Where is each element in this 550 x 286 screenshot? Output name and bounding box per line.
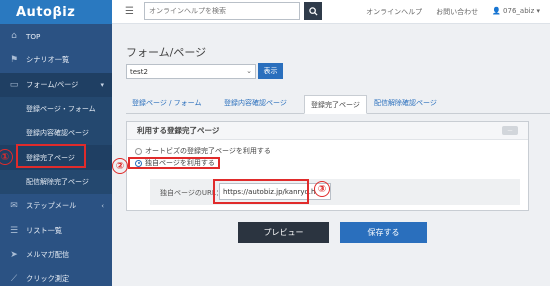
chart-icon: ⟋	[10, 274, 18, 285]
page-select[interactable]: test2 ⌄	[126, 64, 256, 79]
tab-registration-form[interactable]: 登録ページ / フォーム	[132, 98, 201, 108]
collapse-icon[interactable]: —	[502, 126, 518, 135]
sidebar-item-label: 登録ページ・フォーム	[26, 105, 96, 114]
search-button[interactable]	[304, 2, 322, 20]
sidebar: Autoβiz ⌂ TOP ⚑ シナリオ一覧 ▭ フォーム/ページ ▾ 登録ペー…	[0, 0, 112, 286]
menu-icon[interactable]: ☰	[125, 6, 134, 17]
sidebar-item-label: シナリオ一覧	[26, 55, 70, 65]
preview-button[interactable]: プレビュー	[238, 222, 329, 243]
save-button[interactable]: 保存する	[340, 222, 427, 243]
sidebar-item-newsletter[interactable]: ➤ メルマガ配信	[0, 243, 112, 267]
home-icon: ⌂	[11, 31, 17, 42]
sidebar-item-list[interactable]: ☰ リスト一覧	[0, 218, 112, 242]
chevron-left-icon: ‹	[101, 202, 104, 211]
annotation-number-2: ②	[112, 158, 128, 174]
top-bar: ☰ オンラインヘルプ お問い合わせ 👤 076_abiz ▾	[112, 0, 550, 24]
sidebar-item-form-page[interactable]: ▭ フォーム/ページ ▾	[0, 72, 112, 97]
send-icon: ➤	[10, 249, 18, 260]
contact-link[interactable]: お問い合わせ	[436, 7, 478, 17]
user-name: 076_abiz ▾	[503, 7, 540, 15]
page-tabs: 登録ページ / フォーム 登録内容確認ページ 登録完了ページ 配信解除確認ページ	[126, 95, 550, 114]
main-content: フォーム/ページ test2 ⌄ 表示 登録ページ / フォーム 登録内容確認ペ…	[112, 24, 550, 286]
radio-label: オートビズの登録完了ページを利用する	[145, 147, 271, 155]
page-icon: ▭	[9, 79, 19, 90]
annotation-highlight-sidebar	[16, 144, 86, 168]
show-button[interactable]: 表示	[258, 63, 283, 79]
annotation-highlight-url	[213, 179, 309, 204]
sidebar-item-label: 登録内容確認ページ	[26, 129, 89, 138]
app-logo[interactable]: Autoβiz	[0, 0, 112, 24]
sidebar-item-step-mail[interactable]: ✉ ステップメール ‹	[0, 194, 112, 218]
annotation-highlight-radio	[128, 157, 220, 169]
online-help-link[interactable]: オンラインヘルプ	[366, 7, 422, 17]
list-icon: ☰	[9, 225, 19, 236]
mail-icon: ✉	[10, 201, 18, 212]
radio-circle	[135, 147, 142, 155]
sidebar-item-click-tracking[interactable]: ⟋ クリック測定	[0, 267, 112, 286]
sidebar-item-label: 配信解除完了ページ	[26, 177, 89, 186]
sidebar-subitem-confirmation-page[interactable]: 登録内容確認ページ	[0, 121, 112, 146]
help-search-input[interactable]	[144, 2, 300, 20]
chevron-down-icon: ▾	[100, 80, 104, 89]
sidebar-item-label: フォーム/ページ	[26, 79, 79, 89]
sidebar-item-scenario-list[interactable]: ⚑ シナリオ一覧	[0, 48, 112, 72]
top-links: オンラインヘルプ お問い合わせ 👤 076_abiz ▾	[366, 7, 540, 17]
sidebar-item-label: リスト一覧	[26, 225, 62, 235]
page-select-value: test2	[130, 67, 148, 76]
page-title: フォーム/ページ	[126, 46, 207, 59]
search-icon	[308, 6, 318, 16]
sidebar-subitem-registration-form[interactable]: 登録ページ・フォーム	[0, 96, 112, 122]
annotation-number-3: ③	[314, 181, 330, 197]
sidebar-item-label: クリック測定	[26, 274, 70, 284]
custom-url-row: 独自ページのURL： https://autobiz.jp/kanryo.h	[150, 179, 520, 205]
panel-title: 利用する登録完了ページ	[127, 122, 528, 140]
tab-unsubscribe-confirmation[interactable]: 配信解除確認ページ	[374, 98, 437, 108]
tab-confirmation-page[interactable]: 登録内容確認ページ	[224, 98, 287, 108]
tab-completion-page[interactable]: 登録完了ページ	[304, 95, 367, 114]
sidebar-item-label: メルマガ配信	[26, 249, 70, 259]
sidebar-subitem-unsubscribe-complete[interactable]: 配信解除完了ページ	[0, 169, 112, 195]
sidebar-item-top[interactable]: ⌂ TOP	[0, 24, 112, 48]
sidebar-item-label: ステップメール	[26, 201, 77, 211]
sidebar-item-label: TOP	[26, 31, 41, 41]
user-icon: 👤	[492, 7, 504, 15]
flag-icon: ⚑	[9, 55, 19, 66]
user-menu[interactable]: 👤 076_abiz ▾	[492, 7, 540, 17]
chevron-down-icon: ⌄	[246, 67, 252, 75]
radio-default-page[interactable]: オートビズの登録完了ページを利用する	[135, 146, 271, 156]
